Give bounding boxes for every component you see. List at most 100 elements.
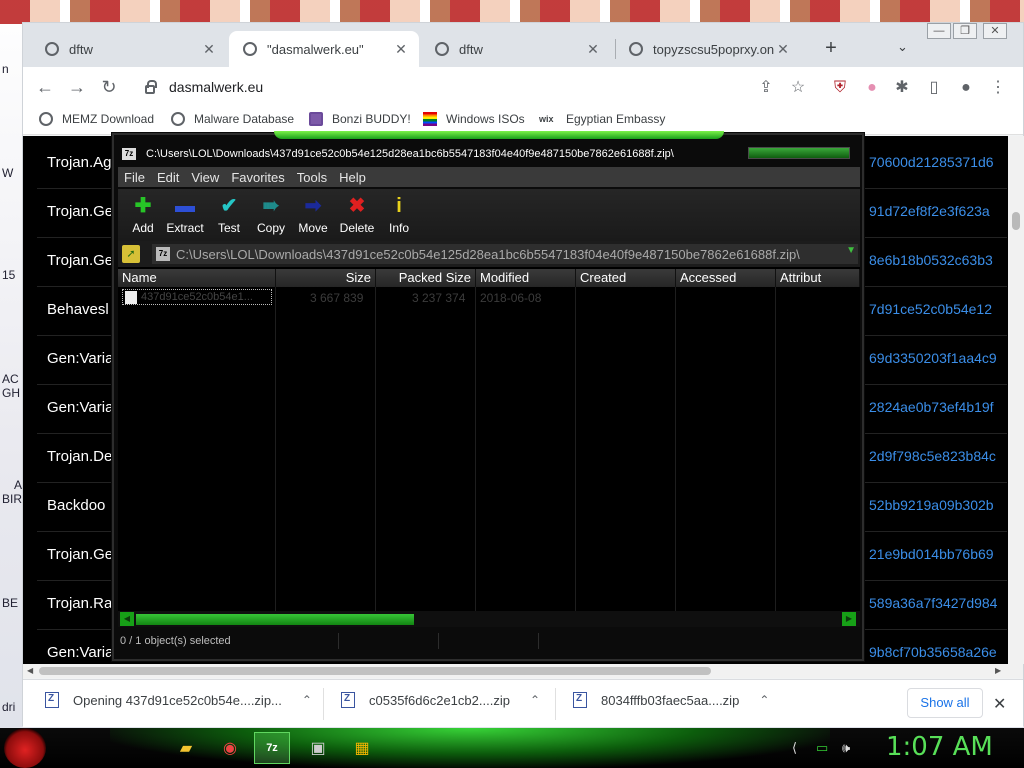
scroll-right-icon[interactable]: ▶ bbox=[842, 612, 856, 626]
column-header-packed-size[interactable]: Packed Size bbox=[376, 269, 476, 287]
folder-icon[interactable]: ▰ bbox=[168, 732, 204, 764]
bookmark-memz[interactable]: MEMZ Download bbox=[39, 112, 154, 126]
tab-close-icon[interactable]: ✕ bbox=[201, 41, 217, 58]
profile-icon[interactable]: ● bbox=[955, 77, 977, 99]
column-header-created[interactable]: Created bbox=[576, 269, 676, 287]
sample-hash-link[interactable]: 91d72ef8f2e3f623a bbox=[869, 203, 990, 219]
scroll-thumb[interactable] bbox=[136, 614, 414, 625]
chevron-up-icon[interactable]: ⌃ bbox=[530, 693, 540, 707]
taskbar: ▰ ◉ 7z ▣ ▦ ⟨ ▭ 🕪 1:07 AM bbox=[0, 728, 1024, 768]
desktop-label: GH bbox=[2, 386, 20, 400]
show-all-button[interactable]: Show all bbox=[907, 688, 983, 718]
tool-info-button[interactable]: i Info bbox=[374, 195, 424, 235]
menu-help[interactable]: Help bbox=[333, 170, 372, 185]
download-item[interactable]: Opening 437d91ce52c0b54e....zip... ⌃ bbox=[45, 692, 312, 708]
file-row[interactable]: 437d91ce52c0b54e1... bbox=[122, 289, 272, 305]
sample-hash-link[interactable]: 70600d21285371d6 bbox=[869, 154, 994, 170]
menu-tools[interactable]: Tools bbox=[291, 170, 333, 185]
back-button[interactable]: ← bbox=[31, 73, 59, 101]
menu-file[interactable]: File bbox=[118, 170, 151, 185]
bookmark-windows-isos[interactable]: Windows ISOs bbox=[423, 112, 525, 126]
download-item[interactable]: c0535f6d6c2e1cb2....zip ⌃ bbox=[341, 692, 540, 708]
sample-hash-link[interactable]: 2824ae0b73ef4b19f bbox=[869, 399, 994, 415]
sample-hash-link[interactable]: 2d9f798c5e823b84c bbox=[869, 448, 996, 464]
tab-dftw-1[interactable]: dftw ✕ bbox=[31, 31, 227, 67]
sample-hash-link[interactable]: 52bb9219a09b302b bbox=[869, 497, 994, 513]
scroll-left-icon[interactable]: ◀ bbox=[120, 612, 134, 626]
folder-up-icon[interactable]: ➚ bbox=[122, 245, 140, 263]
menu-bar: File Edit View Favorites Tools Help bbox=[118, 167, 860, 187]
start-button[interactable] bbox=[4, 728, 46, 768]
horizontal-scrollbar[interactable]: ◀ ▶ bbox=[118, 611, 860, 627]
7zip-app-icon: 7z bbox=[122, 148, 136, 160]
horizontal-scrollbar[interactable]: ◀ ▶ bbox=[23, 664, 1023, 678]
network-icon[interactable]: ⟨ bbox=[792, 740, 797, 756]
tab-onion[interactable]: topyzscsu5poprxy.onion ✕ bbox=[615, 31, 801, 67]
address-bar[interactable]: dasmalwerk.eu bbox=[133, 71, 813, 103]
bookmark-bonzi[interactable]: Bonzi BUDDY! bbox=[309, 112, 411, 126]
bookmark-egyptian-embassy[interactable]: wix Egyptian Embassy bbox=[539, 112, 665, 126]
new-tab-button[interactable]: + bbox=[819, 37, 843, 61]
menu-view[interactable]: View bbox=[185, 170, 225, 185]
tab-dftw-2[interactable]: dftw ✕ bbox=[421, 31, 611, 67]
scroll-thumb[interactable] bbox=[39, 667, 711, 675]
globe-icon bbox=[243, 42, 257, 56]
vertical-scrollbar[interactable] bbox=[1008, 136, 1024, 664]
scroll-left-icon[interactable]: ◀ bbox=[27, 666, 33, 675]
menu-edit[interactable]: Edit bbox=[151, 170, 185, 185]
download-item[interactable]: 8034fffb03faec5aa....zip ⌃ bbox=[573, 692, 769, 708]
clock[interactable]: 1:07 AM bbox=[886, 732, 993, 762]
column-header-size[interactable]: Size bbox=[276, 269, 376, 287]
window-icon[interactable]: ▣ bbox=[300, 732, 336, 764]
bookmark-malware-db[interactable]: Malware Database bbox=[171, 112, 294, 126]
scroll-thumb[interactable] bbox=[1012, 212, 1020, 230]
tab-dasmalwerk[interactable]: "dasmalwerk.eu" ✕ bbox=[229, 31, 419, 67]
minimize-button[interactable]: — bbox=[927, 23, 951, 39]
forward-button[interactable]: → bbox=[63, 73, 91, 101]
dropdown-icon[interactable]: ▼ bbox=[846, 245, 856, 256]
sample-hash-link[interactable]: 21e9bd014bb76b69 bbox=[869, 546, 994, 562]
path-field[interactable]: 7z C:\Users\LOL\Downloads\437d91ce52c0b5… bbox=[152, 244, 858, 264]
battery-icon[interactable]: ▭ bbox=[816, 740, 828, 756]
puzzle-icon[interactable]: ✱ bbox=[891, 77, 913, 99]
column-header-attributes[interactable]: Attribut bbox=[776, 269, 860, 287]
threat-name: Trojan.Ag bbox=[47, 154, 112, 171]
tool-move-button[interactable]: ➡ Move bbox=[288, 195, 338, 235]
volume-icon[interactable]: 🕪 bbox=[842, 740, 850, 756]
window-controls[interactable] bbox=[748, 147, 850, 159]
extract-icon: ▬ bbox=[175, 195, 195, 217]
column-header-name[interactable]: Name bbox=[118, 269, 276, 287]
chrome-icon[interactable]: ◉ bbox=[212, 732, 248, 764]
store-icon[interactable]: ▦ bbox=[344, 732, 380, 764]
column-header-modified[interactable]: Modified bbox=[476, 269, 576, 287]
divider bbox=[538, 633, 539, 649]
share-icon[interactable]: ⇪ bbox=[755, 77, 777, 99]
flag-extension-icon[interactable]: ● bbox=[861, 77, 883, 99]
tab-close-icon[interactable]: ✕ bbox=[775, 41, 791, 58]
menu-icon[interactable]: ⋮ bbox=[987, 77, 1009, 99]
tool-extract-button[interactable]: ▬ Extract bbox=[160, 195, 210, 235]
sample-hash-link[interactable]: 589a36a7f3427d984 bbox=[869, 595, 997, 611]
star-icon[interactable]: ☆ bbox=[787, 77, 809, 99]
chevron-up-icon[interactable]: ⌃ bbox=[302, 693, 312, 707]
sample-hash-link[interactable]: 8e6b18b0532c63b3 bbox=[869, 252, 993, 268]
scroll-right-icon[interactable]: ▶ bbox=[995, 666, 1001, 675]
7zip-icon[interactable]: 7z bbox=[254, 732, 290, 764]
tab-close-icon[interactable]: ✕ bbox=[585, 41, 601, 58]
menu-favorites[interactable]: Favorites bbox=[225, 170, 290, 185]
close-icon[interactable]: ✕ bbox=[993, 694, 1006, 714]
chevron-up-icon[interactable]: ⌃ bbox=[759, 693, 769, 707]
tab-close-icon[interactable]: ✕ bbox=[393, 41, 409, 58]
threat-name: Gen:Varia bbox=[47, 350, 114, 367]
sample-hash-link[interactable]: 7d91ce52c0b54e12 bbox=[869, 301, 992, 317]
sidebar-icon[interactable]: ▯ bbox=[923, 77, 945, 99]
column-divider bbox=[376, 287, 476, 611]
tab-search-button[interactable]: ⌄ bbox=[897, 39, 908, 55]
maximize-button[interactable]: ❐ bbox=[953, 23, 977, 39]
extension-icon[interactable]: ⛨ bbox=[829, 77, 851, 99]
reload-button[interactable]: ↻ bbox=[95, 73, 123, 101]
sample-hash-link[interactable]: 69d3350203f1aa4c9 bbox=[869, 350, 997, 366]
sample-hash-link[interactable]: 9b8cf70b35658a26e bbox=[869, 644, 997, 660]
column-header-accessed[interactable]: Accessed bbox=[676, 269, 776, 287]
close-window-button[interactable]: ✕ bbox=[983, 23, 1007, 39]
